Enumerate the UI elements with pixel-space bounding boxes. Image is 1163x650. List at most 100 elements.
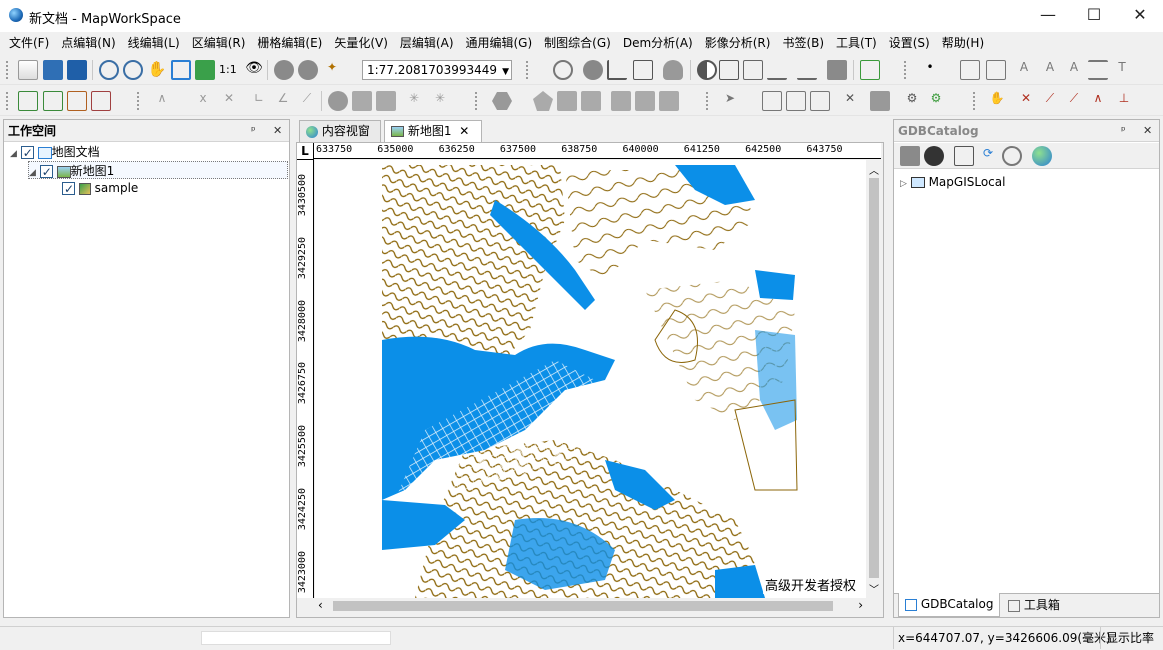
area2-icon[interactable] bbox=[352, 91, 372, 111]
add-point2-icon[interactable] bbox=[43, 91, 63, 111]
chevron-down-icon[interactable]: ﹀ bbox=[869, 581, 879, 596]
align-icon[interactable] bbox=[1088, 60, 1108, 80]
menu-general-edit[interactable]: 通用编辑(G) bbox=[460, 32, 539, 54]
menu-dem-analysis[interactable]: Dem分析(A) bbox=[617, 32, 699, 54]
full-extent-icon[interactable] bbox=[171, 60, 191, 80]
select-tool-icon[interactable] bbox=[633, 60, 653, 80]
area-icon[interactable] bbox=[328, 91, 348, 111]
polygon3-icon[interactable] bbox=[581, 91, 601, 111]
tree-map-row[interactable]: ◢ 新地图1 bbox=[28, 161, 288, 181]
menu-bookmarks[interactable]: 书签(B) bbox=[776, 32, 830, 54]
text-a2-icon[interactable]: A bbox=[1040, 60, 1060, 80]
chevron-left-icon[interactable]: ‹ bbox=[318, 598, 323, 612]
hscroll-thumb[interactable] bbox=[333, 601, 833, 611]
eraser-icon[interactable] bbox=[870, 91, 890, 111]
edit-attr-icon[interactable] bbox=[762, 91, 782, 111]
catalog-search-icon[interactable] bbox=[1002, 146, 1022, 166]
chevron-up-icon[interactable]: ︿ bbox=[869, 162, 879, 177]
contrast-icon[interactable] bbox=[697, 60, 717, 80]
minimize-button[interactable]: — bbox=[1025, 0, 1071, 32]
menu-vectorize[interactable]: 矢量化(V) bbox=[328, 32, 394, 54]
display-ratio-label[interactable]: 显示比率 bbox=[1100, 627, 1154, 649]
hexagon-icon[interactable] bbox=[492, 92, 512, 110]
catalog-refresh-icon[interactable]: ⟳ bbox=[978, 146, 998, 166]
catalog-globe-icon[interactable] bbox=[1032, 146, 1052, 166]
text-a-icon[interactable]: A bbox=[1014, 60, 1034, 80]
split-icon[interactable]: ✳ bbox=[404, 91, 424, 111]
vertex2-icon[interactable]: ∠ bbox=[273, 91, 293, 111]
region-icon[interactable] bbox=[611, 91, 631, 111]
table-icon[interactable] bbox=[743, 60, 763, 80]
area3-icon[interactable] bbox=[376, 91, 396, 111]
tab-toolbox[interactable]: 工具箱 bbox=[1002, 594, 1066, 618]
polygon-icon[interactable] bbox=[533, 91, 553, 111]
zoom-in-icon[interactable] bbox=[99, 60, 119, 80]
catalog-server-icon[interactable] bbox=[924, 146, 944, 166]
layer-settings-icon[interactable] bbox=[860, 60, 880, 80]
delete-line-icon[interactable]: ✕ bbox=[219, 91, 239, 111]
menu-generalization[interactable]: 制图综合(G) bbox=[538, 32, 617, 54]
home-icon[interactable] bbox=[67, 91, 87, 111]
menu-area-edit[interactable]: 区编辑(R) bbox=[186, 32, 252, 54]
menu-raster-edit[interactable]: 栅格编辑(E) bbox=[251, 32, 328, 54]
gear-icon[interactable]: ⚙ bbox=[902, 91, 922, 111]
angle-line-icon[interactable]: ∧ bbox=[1088, 91, 1108, 111]
pin-icon[interactable]: ᵖ bbox=[1121, 120, 1126, 142]
polyline-x-icon[interactable]: x bbox=[193, 91, 213, 111]
add-point-icon[interactable] bbox=[18, 91, 38, 111]
tab-close-icon[interactable]: ✕ bbox=[459, 124, 469, 138]
expand-icon[interactable]: ◢ bbox=[29, 168, 36, 178]
edit-attr2-icon[interactable] bbox=[786, 91, 806, 111]
dot-icon[interactable]: • bbox=[920, 60, 940, 80]
open-icon[interactable] bbox=[43, 60, 63, 80]
expand-icon[interactable]: ◢ bbox=[10, 149, 17, 159]
chevron-right-icon[interactable]: › bbox=[858, 598, 863, 612]
horizontal-scrollbar[interactable]: ‹ › bbox=[315, 598, 866, 614]
search-box-icon[interactable] bbox=[810, 91, 830, 111]
map-checkbox[interactable] bbox=[39, 163, 53, 181]
vertex3-icon[interactable]: ⟋ bbox=[297, 91, 317, 111]
catalog-db-icon[interactable] bbox=[900, 146, 920, 166]
text-t-icon[interactable]: T bbox=[1112, 60, 1132, 80]
tree-layer-row[interactable]: sample bbox=[62, 179, 138, 198]
refresh-map-icon[interactable] bbox=[195, 60, 215, 80]
tab-content-view[interactable]: 内容视窗 bbox=[299, 120, 381, 142]
text-a3-icon[interactable]: A bbox=[1064, 60, 1084, 80]
point-edit-icon[interactable] bbox=[960, 60, 980, 80]
doc-checkbox[interactable] bbox=[20, 144, 34, 162]
rotate-back-icon[interactable] bbox=[298, 60, 318, 80]
hand-tool-icon[interactable]: ✋ bbox=[987, 91, 1007, 111]
panel-close-icon[interactable]: ✕ bbox=[1143, 120, 1152, 142]
menu-settings[interactable]: 设置(S) bbox=[883, 32, 936, 54]
diag-line2-icon[interactable]: ⟋ bbox=[1064, 91, 1084, 111]
delete-icon[interactable]: ✕ bbox=[840, 91, 860, 111]
line-edit-icon[interactable] bbox=[91, 91, 111, 111]
pin-icon[interactable]: ᵖ bbox=[251, 120, 256, 142]
merge-icon[interactable]: ✳ bbox=[430, 91, 450, 111]
menu-point-edit[interactable]: 点编辑(N) bbox=[55, 32, 121, 54]
arrow-select-icon[interactable]: ➤ bbox=[720, 91, 740, 111]
vertex-icon[interactable]: ∟ bbox=[249, 91, 269, 111]
menu-layer-edit[interactable]: 层编辑(A) bbox=[394, 32, 460, 54]
grid-icon[interactable] bbox=[719, 60, 739, 80]
polyline-icon[interactable]: ∧ bbox=[152, 91, 172, 111]
heart-icon[interactable] bbox=[663, 60, 683, 80]
magic-icon[interactable]: ✦ bbox=[322, 60, 342, 80]
region2-icon[interactable] bbox=[635, 91, 655, 111]
settings-green-icon[interactable]: ⚙ bbox=[926, 91, 946, 111]
tab-new-map[interactable]: 新地图1 ✕ bbox=[384, 120, 482, 142]
edit-icon[interactable] bbox=[827, 60, 847, 80]
menu-line-edit[interactable]: 线编辑(L) bbox=[122, 32, 186, 54]
diag-line-icon[interactable]: ⟋ bbox=[1040, 91, 1060, 111]
scale-combobox[interactable]: 1:77.2081703993449 ▼ bbox=[362, 60, 512, 80]
pan-hand-icon[interactable]: ✋ bbox=[147, 60, 167, 80]
perpendicular-icon[interactable]: ⊥ bbox=[1114, 91, 1134, 111]
map-canvas[interactable]: 高级开发者授权 bbox=[315, 160, 866, 598]
bar-chart-icon[interactable] bbox=[767, 60, 787, 80]
info-icon[interactable] bbox=[583, 60, 603, 80]
catalog-tree-item[interactable]: ▷ MapGISLocal bbox=[900, 173, 1005, 191]
one-to-one-icon[interactable]: 1:1 bbox=[219, 60, 241, 80]
vscroll-thumb[interactable] bbox=[869, 178, 879, 578]
close-button[interactable]: ✕ bbox=[1117, 0, 1163, 32]
ruler-corner[interactable]: L bbox=[297, 143, 314, 160]
